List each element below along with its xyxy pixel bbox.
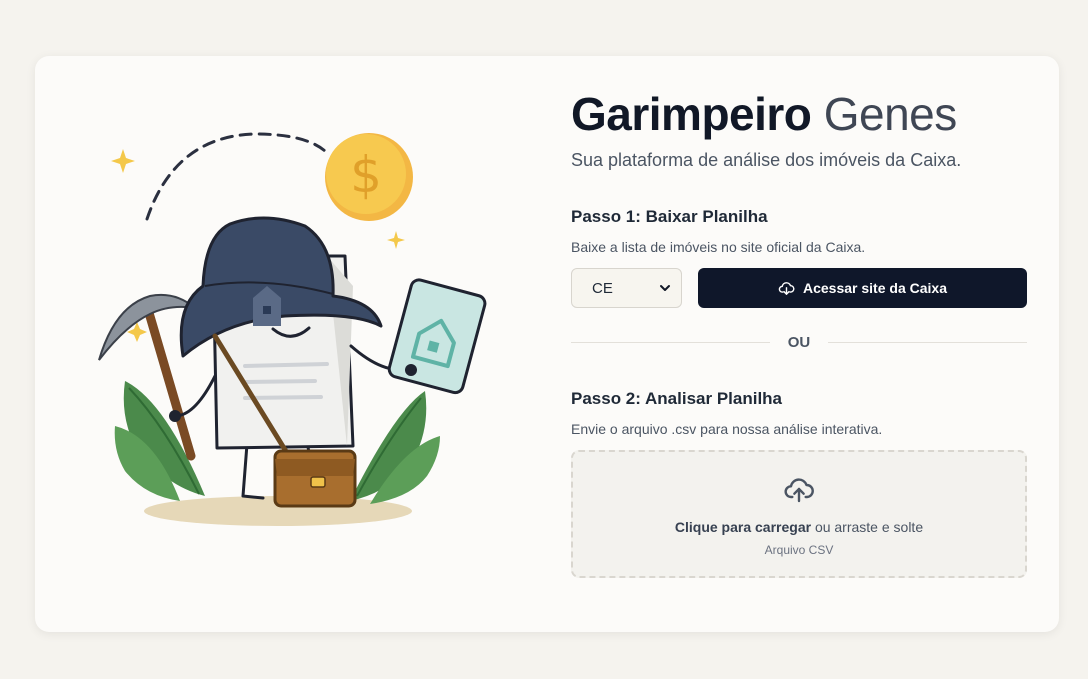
divider-line-left bbox=[571, 342, 770, 343]
upload-instruction: Clique para carregar ou arraste e solte bbox=[675, 519, 923, 535]
title-accent: Genes bbox=[823, 88, 958, 140]
svg-text:$: $ bbox=[350, 146, 382, 204]
upload-click-label[interactable]: Clique para carregar bbox=[675, 519, 811, 535]
title-main: Garimpeiro bbox=[571, 88, 812, 140]
state-select-value: CE bbox=[592, 279, 613, 297]
miner-mascot-illustration: $ bbox=[95, 126, 495, 546]
upload-file-type-hint: Arquivo CSV bbox=[764, 543, 834, 557]
access-caixa-button[interactable]: Acessar site da Caixa bbox=[698, 268, 1027, 308]
step1-actions: CE Acessar site da Caixa bbox=[571, 268, 1027, 308]
step1-description: Baixe a lista de imóveis no site oficial… bbox=[571, 239, 866, 255]
step2-title: Passo 2: Analisar Planilha bbox=[571, 389, 783, 408]
csv-upload-dropzone[interactable]: Clique para carregar ou arraste e solte … bbox=[571, 450, 1027, 578]
cloud-download-icon bbox=[778, 281, 795, 295]
step1-title: Passo 1: Baixar Planilha bbox=[571, 207, 768, 226]
chevron-down-icon bbox=[660, 285, 670, 291]
page-subtitle: Sua plataforma de análise dos imóveis da… bbox=[571, 150, 962, 170]
access-caixa-button-label: Acessar site da Caixa bbox=[803, 280, 947, 296]
step2-description: Envie o arquivo .csv para nossa análise … bbox=[571, 421, 883, 437]
main-card: $ Garimpeiro Genes Sua plataforma de aná… bbox=[35, 56, 1059, 632]
or-divider: OU bbox=[571, 334, 1027, 351]
content-panel: Garimpeiro Genes Sua plataforma de análi… bbox=[571, 86, 1027, 578]
cloud-upload-icon bbox=[784, 478, 814, 503]
or-label: OU bbox=[787, 334, 811, 351]
upload-drag-label: ou arraste e solte bbox=[814, 519, 924, 535]
divider-line-right bbox=[828, 342, 1027, 343]
page-title: Garimpeiro Genes bbox=[571, 86, 1027, 142]
state-select[interactable]: CE bbox=[571, 268, 682, 308]
